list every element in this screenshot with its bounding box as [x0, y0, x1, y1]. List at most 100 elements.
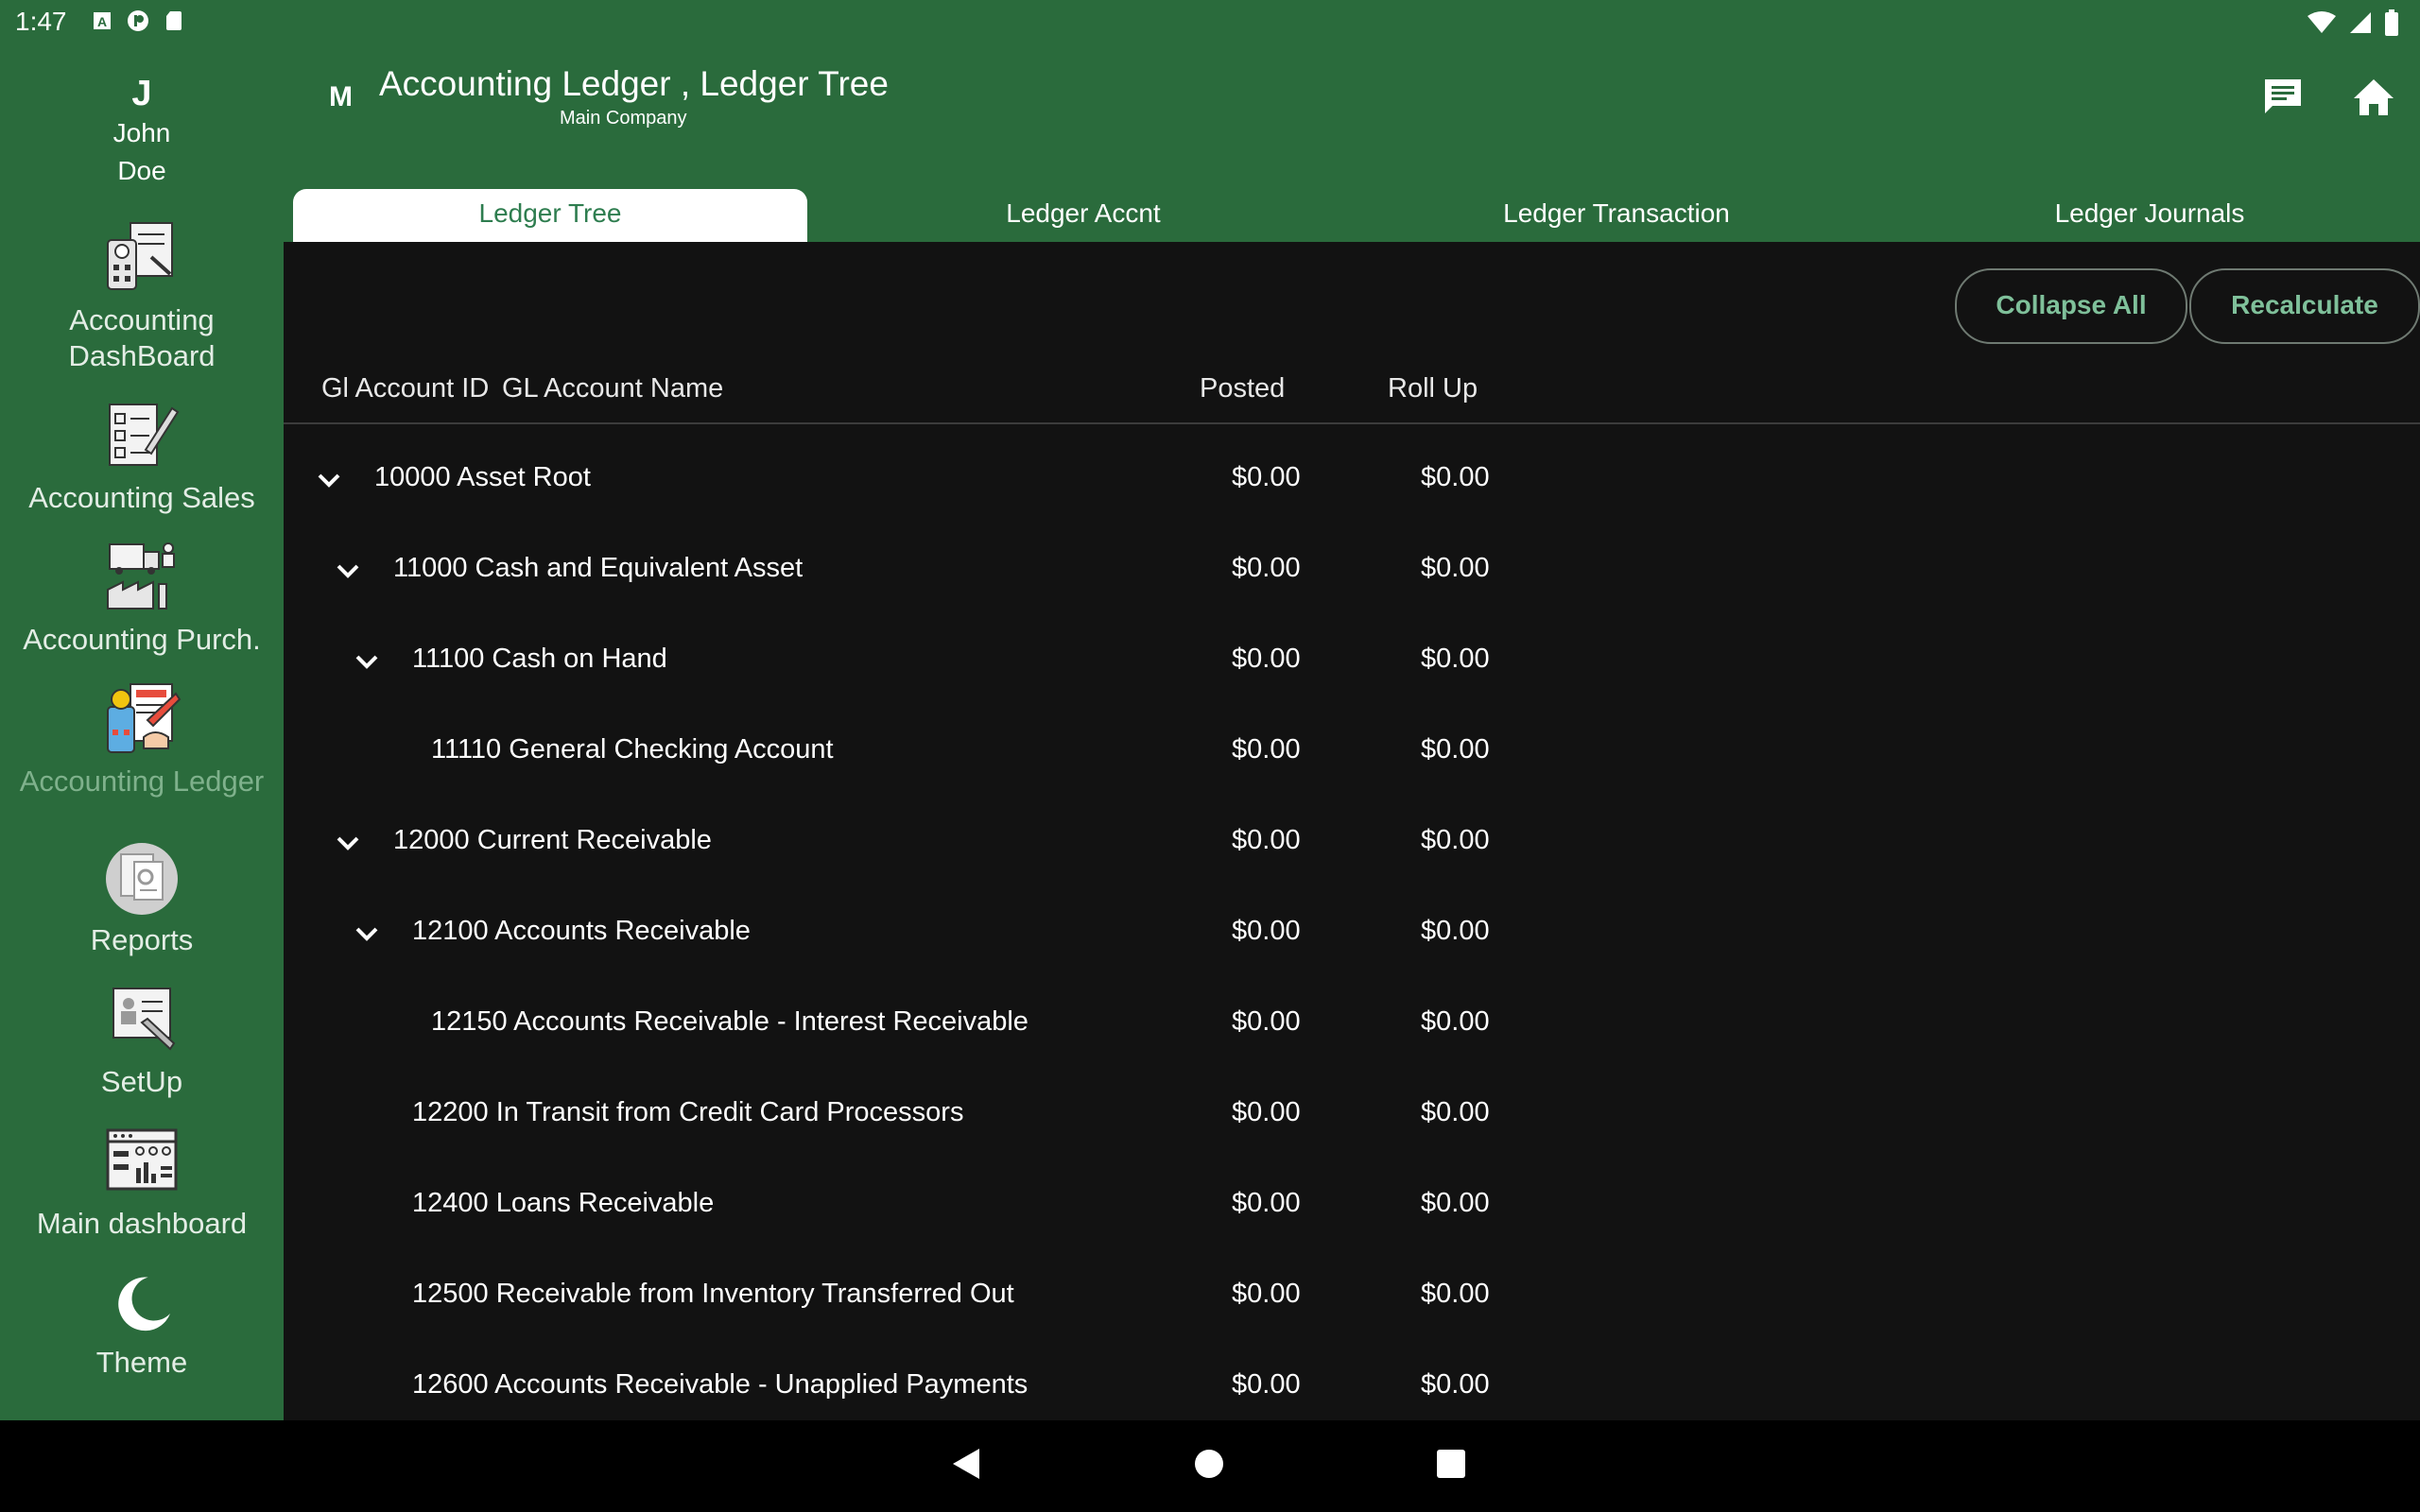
posted-value: $0.00 [1232, 462, 1301, 492]
tab-ledger-transaction[interactable]: Ledger Transaction [1359, 189, 1874, 242]
tree-row-12500[interactable]: 12500 Receivable from Inventory Transfer… [284, 1254, 1607, 1345]
sidebar-item-setup[interactable]: SetUp [0, 981, 284, 1100]
signal-icon [2348, 10, 2373, 40]
svg-text:A: A [97, 14, 107, 29]
account-label: 12150 Accounts Receivable - Interest Rec… [431, 1006, 1028, 1037]
tree-row-12150[interactable]: 12150 Accounts Receivable - Interest Rec… [284, 982, 1607, 1073]
posted-value: $0.00 [1232, 825, 1301, 855]
rollup-value: $0.00 [1421, 1369, 1490, 1400]
moon-icon [118, 1277, 170, 1332]
collapse-all-button[interactable]: Collapse All [1955, 268, 2187, 344]
tree-row-10000[interactable]: 10000 Asset Root $0.00 $0.00 [284, 438, 1607, 528]
posted-value: $0.00 [1232, 1006, 1301, 1037]
tab-ledger-accnt[interactable]: Ledger Accnt [826, 189, 1340, 242]
company-name: Main Company [560, 108, 687, 129]
status-bar: 1:47 A [0, 0, 2420, 47]
posted-value: $0.00 [1232, 553, 1301, 583]
accounting-purchase-icon [107, 542, 175, 610]
rollup-value: $0.00 [1421, 644, 1490, 674]
chevron-down-icon[interactable] [353, 647, 381, 676]
chevron-down-icon[interactable] [334, 829, 362, 857]
sidebar: J John Doe Accounting DashBoard Accounti… [0, 0, 284, 1420]
rollup-value: $0.00 [1421, 553, 1490, 583]
column-header-posted: Posted [1200, 373, 1286, 404]
company-initial: M [329, 81, 353, 112]
tree-row-12400[interactable]: 12400 Loans Receivable $0.00 $0.00 [284, 1163, 1607, 1254]
account-label: 12500 Receivable from Inventory Transfer… [412, 1279, 1014, 1309]
column-header-account-name: GL Account Name [502, 373, 724, 404]
account-label: 11100 Cash on Hand [412, 644, 667, 674]
sidebar-item-label: Reports [90, 923, 194, 956]
back-icon[interactable] [951, 1447, 981, 1481]
tree-row-11000[interactable]: 11000 Cash and Equivalent Asset $0.00 $0… [284, 528, 1607, 619]
chat-icon [2265, 79, 2301, 113]
rollup-value: $0.00 [1421, 1188, 1490, 1218]
posted-value: $0.00 [1232, 734, 1301, 765]
tree-row-12200[interactable]: 12200 In Transit from Credit Card Proces… [284, 1073, 1607, 1163]
account-label: 12200 In Transit from Credit Card Proces… [412, 1097, 964, 1127]
accounting-ledger-icon [107, 683, 182, 753]
battery-icon [2384, 9, 2399, 41]
chevron-down-icon[interactable] [334, 557, 362, 585]
tree-row-11110[interactable]: 11110 General Checking Account $0.00 $0.… [284, 710, 1607, 800]
user-first-name: John [112, 118, 171, 147]
header-divider [284, 422, 2420, 424]
home-icon [2354, 79, 2394, 115]
posted-value: $0.00 [1232, 1097, 1301, 1127]
main-dashboard-icon [106, 1128, 178, 1191]
posted-value: $0.00 [1232, 1188, 1301, 1218]
setup-icon [112, 988, 176, 1051]
rollup-value: $0.00 [1421, 1006, 1490, 1037]
recalculate-button[interactable]: Recalculate [2189, 268, 2420, 344]
tree-row-12100[interactable]: 12100 Accounts Receivable $0.00 $0.00 [284, 891, 1607, 982]
sidebar-item-main-dashboard[interactable]: Main dashboard [0, 1123, 284, 1242]
tree-row-12000[interactable]: 12000 Current Receivable $0.00 $0.00 [284, 800, 1607, 891]
chevron-down-icon[interactable] [353, 919, 381, 948]
sidebar-item-label: Main dashboard [36, 1207, 248, 1240]
account-label: 10000 Asset Root [374, 462, 591, 492]
rollup-value: $0.00 [1421, 462, 1490, 492]
user-initial: J [131, 74, 152, 113]
a-icon: A [91, 9, 113, 32]
chat-button[interactable] [2259, 74, 2307, 121]
posted-value: $0.00 [1232, 916, 1301, 946]
posted-value: $0.00 [1232, 644, 1301, 674]
column-header-account-id: Gl Account ID [321, 373, 490, 404]
tab-ledger-tree[interactable]: Ledger Tree [293, 189, 807, 242]
page-title: Accounting Ledger , Ledger Tree [379, 64, 889, 103]
tab-ledger-journals[interactable]: Ledger Journals [1893, 189, 2407, 242]
sidebar-item-theme[interactable]: Theme [0, 1271, 284, 1381]
sidebar-item-reports[interactable]: Reports [0, 839, 284, 958]
sidebar-item-label: Accounting Sales [28, 481, 255, 514]
sidebar-item-accounting-sales[interactable]: Accounting Sales [0, 397, 284, 516]
recents-icon[interactable] [1436, 1447, 1466, 1481]
sidebar-item-label-2: DashBoard [68, 339, 216, 372]
sidebar-item-label: Theme [95, 1346, 188, 1379]
tree-row-11100[interactable]: 11100 Cash on Hand $0.00 $0.00 [284, 619, 1607, 710]
posted-value: $0.00 [1232, 1369, 1301, 1400]
account-label: 11110 General Checking Account [431, 734, 834, 765]
account-label: 11000 Cash and Equivalent Asset [393, 553, 804, 583]
rollup-value: $0.00 [1421, 734, 1490, 765]
accounting-sales-icon [109, 404, 180, 466]
sidebar-item-label: SetUp [100, 1065, 183, 1098]
user-profile[interactable]: J John Doe [0, 74, 284, 190]
sidebar-item-label: Accounting [69, 303, 215, 336]
system-navigation-bar [0, 1420, 2420, 1512]
home-circle-icon[interactable] [1194, 1447, 1224, 1481]
rollup-value: $0.00 [1421, 825, 1490, 855]
sidebar-item-accounting-purchase[interactable]: Accounting Purch. [0, 539, 284, 658]
rollup-value: $0.00 [1421, 1097, 1490, 1127]
sidebar-item-label: Accounting Ledger [19, 765, 265, 798]
home-button[interactable] [2350, 74, 2397, 121]
account-label: 12100 Accounts Receivable [412, 916, 751, 946]
sidebar-item-accounting-ledger[interactable]: Accounting Ledger [0, 680, 284, 799]
user-last-name: Doe [117, 156, 166, 185]
chevron-down-icon[interactable] [315, 466, 343, 494]
account-label: 12400 Loans Receivable [412, 1188, 715, 1218]
sd-card-icon [163, 9, 185, 32]
account-label: 12600 Accounts Receivable - Unapplied Pa… [412, 1369, 1028, 1400]
posted-value: $0.00 [1232, 1279, 1301, 1309]
reports-icon [106, 843, 178, 915]
sidebar-item-accounting-dashboard[interactable]: Accounting DashBoard [0, 219, 284, 374]
